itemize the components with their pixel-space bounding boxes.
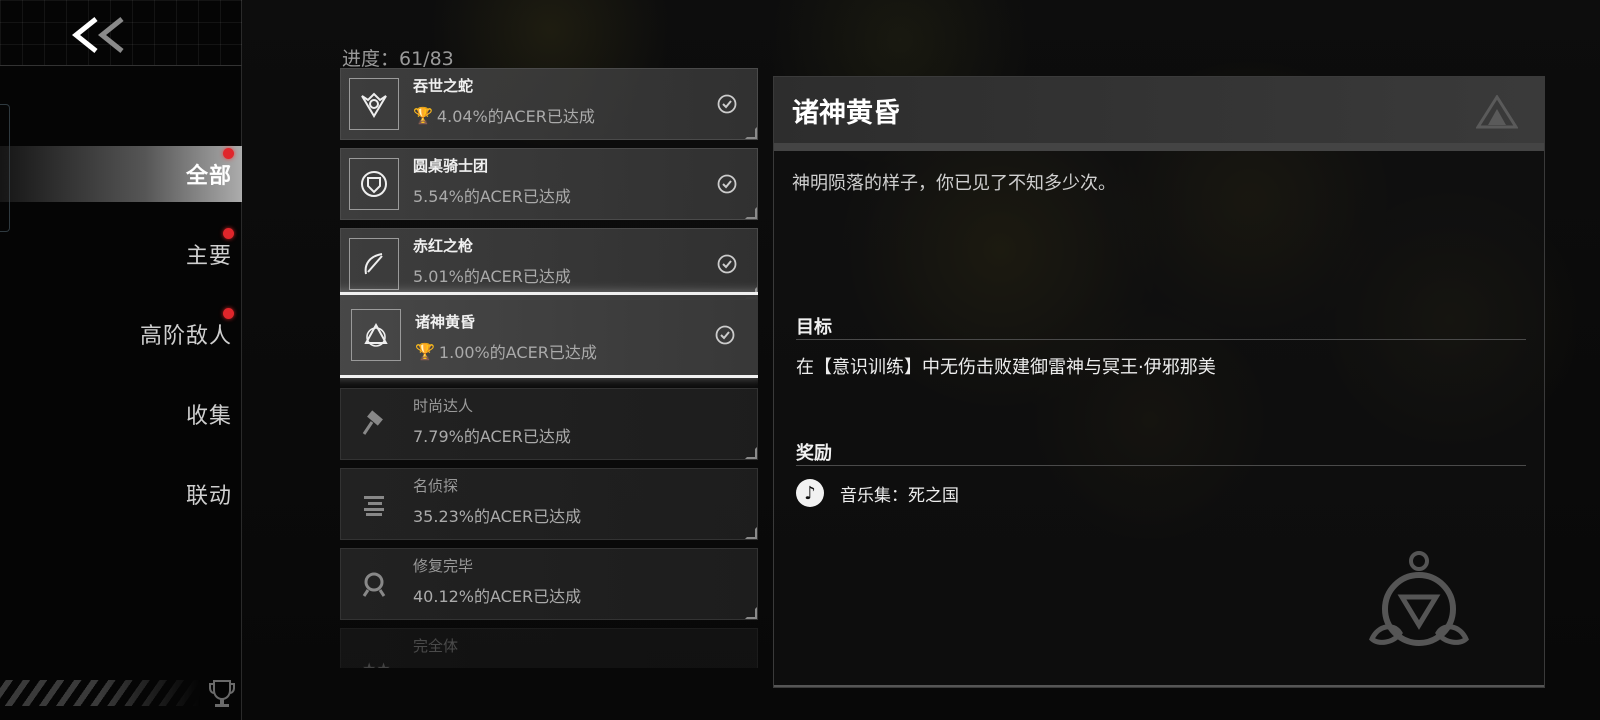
sidebar-item-elite-enemies[interactable]: 高阶敌人 bbox=[0, 306, 242, 362]
repair-icon bbox=[349, 558, 399, 610]
achievement-card[interactable]: 时尚达人 7.79%的ACER已达成 bbox=[340, 388, 758, 460]
achievement-name: 修复完毕 bbox=[413, 557, 474, 575]
spear-icon bbox=[349, 238, 399, 290]
reward-divider bbox=[796, 465, 1526, 466]
detail-description: 神明陨落的样子，你已见了不知多少次。 bbox=[792, 173, 1116, 194]
achievement-rate-row: 5.01%的ACER已达成 bbox=[413, 263, 571, 287]
achievement-card[interactable]: ★★ 完全体 bbox=[340, 628, 758, 668]
card-corner-decoration bbox=[745, 607, 757, 619]
sidebar-item-label: 主要 bbox=[185, 244, 232, 269]
detail-header: 诸神黄昏 bbox=[774, 77, 1544, 143]
knight-shield-icon bbox=[349, 158, 399, 210]
trophy-icon: 🏆 bbox=[413, 105, 433, 125]
stars-icon: ★★ bbox=[349, 638, 399, 668]
achievement-rate: 5.54%的ACER已达成 bbox=[413, 187, 571, 206]
detail-title: 诸神黄昏 bbox=[792, 98, 900, 129]
achievement-detail-panel: 诸神黄昏 神明陨落的样子，你已见了不知多少次。 目标 在【意识训练】中无伤击败建… bbox=[773, 76, 1545, 688]
reward-item[interactable]: ♪ 音乐集：死之国 bbox=[796, 479, 959, 507]
triquetra-emblem-icon bbox=[1369, 551, 1469, 646]
card-corner-decoration bbox=[745, 207, 757, 219]
category-sidebar: 全部 主要 高阶敌人 收集 联动 bbox=[0, 0, 242, 720]
reward-text: 音乐集：死之国 bbox=[840, 485, 959, 506]
sidebar-item-label: 高阶敌人 bbox=[139, 324, 232, 349]
goal-label: 目标 bbox=[796, 317, 832, 338]
achievement-card[interactable]: 吞世之蛇 🏆 4.04%的ACER已达成 bbox=[340, 68, 758, 140]
notification-badge bbox=[223, 148, 234, 159]
decorative-hatch bbox=[0, 680, 200, 706]
achievement-card-selected[interactable]: 诸神黄昏 🏆 1.00%的ACER已达成 bbox=[340, 292, 758, 378]
sidebar-item-label: 收集 bbox=[185, 404, 232, 429]
back-button[interactable] bbox=[62, 10, 134, 60]
music-note-icon: ♪ bbox=[796, 479, 824, 507]
achievement-rate-row: 35.23%的ACER已达成 bbox=[413, 503, 581, 527]
svg-text:★★: ★★ bbox=[362, 659, 391, 668]
achievement-rate: 1.00%的ACER已达成 bbox=[438, 343, 597, 362]
double-chevron-left-icon bbox=[71, 17, 124, 53]
achievement-name: 圆桌骑士团 bbox=[413, 157, 489, 175]
trophy-icon bbox=[209, 680, 235, 707]
check-circle-icon bbox=[715, 325, 735, 345]
sidebar-item-label: 全部 bbox=[185, 164, 232, 189]
achievement-name: 时尚达人 bbox=[413, 397, 474, 415]
sidebar-item-all[interactable]: 全部 bbox=[0, 146, 242, 202]
achievement-rate: 4.04%的ACER已达成 bbox=[436, 107, 595, 126]
achievement-rate-row: 🏆 1.00%的ACER已达成 bbox=[415, 339, 597, 363]
goal-divider bbox=[796, 339, 1526, 340]
reward-label: 奖励 bbox=[796, 443, 832, 464]
achievement-rate-row: 40.12%的ACER已达成 bbox=[413, 583, 581, 607]
goal-text: 在【意识训练】中无伤击败建御雷神与冥王·伊邪那美 bbox=[796, 357, 1216, 378]
notification-badge bbox=[223, 308, 234, 319]
triquetra-icon bbox=[351, 309, 401, 361]
sidebar-item-collection[interactable]: 收集 bbox=[0, 386, 242, 442]
hammer-icon bbox=[349, 398, 399, 450]
achievement-rate-row: 5.54%的ACER已达成 bbox=[413, 183, 571, 207]
trophy-icon: 🏆 bbox=[415, 341, 435, 361]
sidebar-item-collab[interactable]: 联动 bbox=[0, 466, 242, 522]
card-corner-decoration bbox=[745, 527, 757, 539]
achievement-name: 名侦探 bbox=[413, 477, 459, 495]
detective-icon bbox=[349, 478, 399, 530]
card-corner-decoration bbox=[745, 127, 757, 139]
detail-bottom-border bbox=[774, 685, 1544, 687]
detail-header-bar bbox=[774, 143, 1544, 151]
achievement-rate-row: 7.79%的ACER已达成 bbox=[413, 423, 571, 447]
check-circle-icon bbox=[717, 174, 737, 194]
achievement-card[interactable]: 修复完毕 40.12%的ACER已达成 bbox=[340, 548, 758, 620]
achievement-rate: 40.12%的ACER已达成 bbox=[413, 587, 582, 606]
card-corner-decoration bbox=[745, 447, 757, 459]
achievement-name: 完全体 bbox=[413, 637, 459, 655]
achievement-rate: 35.23%的ACER已达成 bbox=[413, 507, 582, 526]
check-circle-icon bbox=[717, 94, 737, 114]
achievement-list[interactable]: 吞世之蛇 🏆 4.04%的ACER已达成 圆桌骑士团 5.54%的ACER已达成… bbox=[340, 68, 758, 668]
serpent-icon bbox=[349, 78, 399, 130]
achievement-rate: 5.01%的ACER已达成 bbox=[413, 267, 571, 286]
notification-badge bbox=[223, 228, 234, 239]
achievement-name: 赤红之枪 bbox=[413, 237, 474, 255]
achievement-card[interactable]: 赤红之枪 5.01%的ACER已达成 bbox=[340, 228, 758, 300]
achievement-name: 诸神黄昏 bbox=[415, 313, 476, 331]
game-logo-icon bbox=[1476, 95, 1518, 129]
achievement-rate: 7.79%的ACER已达成 bbox=[413, 427, 571, 446]
achievement-card[interactable]: 名侦探 35.23%的ACER已达成 bbox=[340, 468, 758, 540]
check-circle-icon bbox=[717, 254, 737, 274]
achievement-rate-row: 🏆 4.04%的ACER已达成 bbox=[413, 103, 595, 127]
achievement-card[interactable]: 圆桌骑士团 5.54%的ACER已达成 bbox=[340, 148, 758, 220]
sidebar-item-main[interactable]: 主要 bbox=[0, 226, 242, 282]
sidebar-item-label: 联动 bbox=[185, 484, 232, 509]
achievement-name: 吞世之蛇 bbox=[413, 77, 474, 95]
progress-counter: 进度：61/83 bbox=[342, 48, 454, 70]
